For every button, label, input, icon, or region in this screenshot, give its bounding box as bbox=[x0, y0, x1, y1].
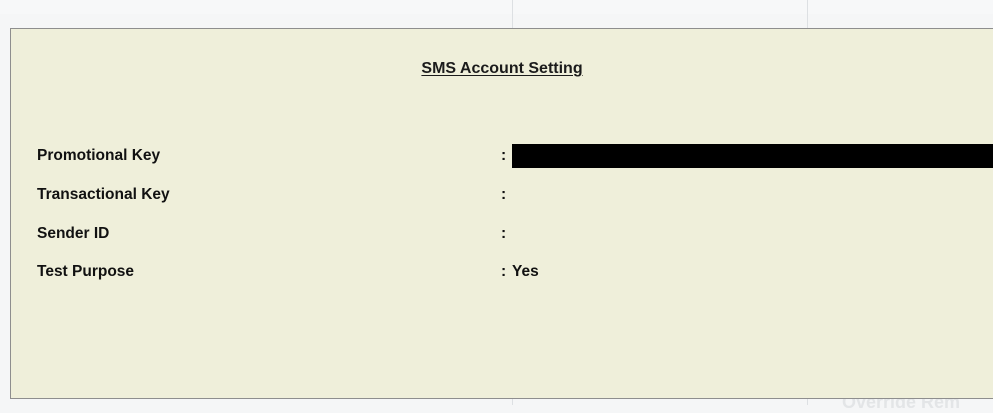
promotional-key-value-redacted[interactable] bbox=[512, 144, 993, 168]
sms-account-setting-panel: SMS Account Setting Promotional Key : Tr… bbox=[10, 28, 993, 399]
panel-title-text: SMS Account Setting bbox=[421, 60, 583, 77]
sender-id-label: Sender ID bbox=[37, 225, 110, 242]
panel-title: SMS Account Setting bbox=[11, 60, 993, 78]
field-row-test-purpose[interactable]: Test Purpose : Yes bbox=[37, 260, 993, 284]
transactional-key-separator: : bbox=[501, 186, 507, 203]
sender-id-separator: : bbox=[501, 225, 507, 242]
test-purpose-value[interactable]: Yes bbox=[512, 260, 539, 284]
promotional-key-label: Promotional Key bbox=[37, 147, 161, 164]
field-row-transactional-key[interactable]: Transactional Key : bbox=[37, 183, 993, 207]
test-purpose-label: Test Purpose bbox=[37, 263, 135, 280]
background-header-strip bbox=[0, 0, 993, 14]
field-row-promotional-key[interactable]: Promotional Key : bbox=[37, 144, 993, 168]
test-purpose-separator: : bbox=[501, 263, 507, 280]
field-row-sender-id[interactable]: Sender ID : bbox=[37, 222, 993, 246]
promotional-key-separator: : bbox=[501, 147, 507, 164]
transactional-key-label: Transactional Key bbox=[37, 186, 170, 203]
